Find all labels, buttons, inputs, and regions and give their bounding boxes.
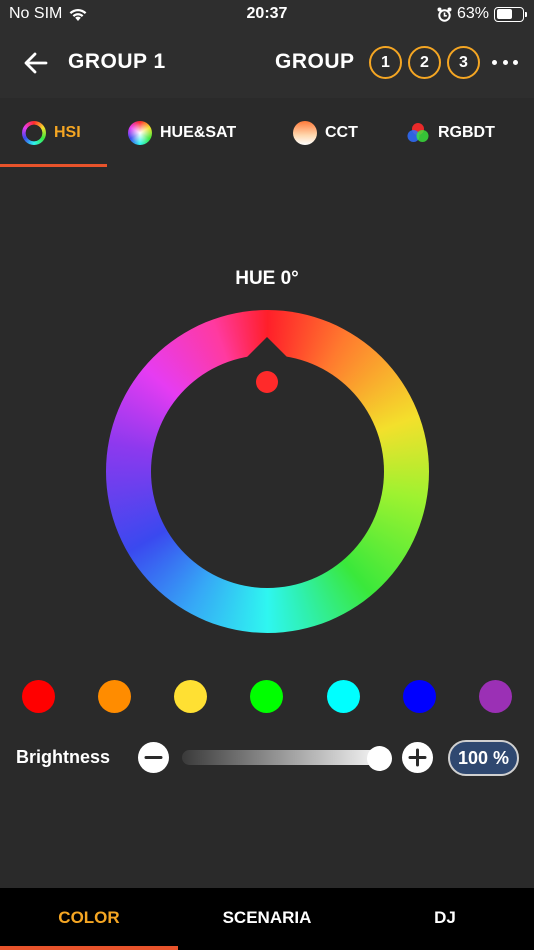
nav-scenaria[interactable]: SCENARIA [178,908,356,928]
alarm-icon [437,7,452,22]
brightness-value-button[interactable]: 100 % [448,740,519,776]
tab-hue-sat-label: HUE&SAT [160,124,237,141]
nav-dj[interactable]: DJ [356,908,534,928]
bottom-navigation: COLOR SCENARIA DJ [0,888,534,950]
plus-icon [408,748,427,767]
mode-tabs: HSI HUE&SAT CCT RGBDT [0,98,534,168]
brightness-slider-thumb[interactable] [367,746,392,771]
active-tab-indicator [0,164,107,167]
status-bar: No SIM 20:37 63% [0,0,534,28]
hue-pointer-icon [246,337,288,358]
tab-cct-label: CCT [325,124,358,141]
group-label: GROUP [275,50,355,73]
preset-cyan[interactable] [327,680,360,713]
group-1-button[interactable]: 1 [369,46,402,79]
hue-value-label: HUE 0° [235,268,299,289]
battery-fill [496,9,513,19]
brightness-decrease-button[interactable] [138,742,169,773]
brightness-slider-track[interactable] [182,750,390,765]
brightness-label: Brightness [16,747,111,767]
header: GROUP 1 GROUP 1 2 3 [0,28,534,98]
preset-red[interactable] [22,680,55,713]
cct-icon [293,121,317,145]
battery-icon [494,6,527,22]
page-title: GROUP 1 [68,50,166,73]
rgbdt-icon [407,123,429,142]
preset-purple[interactable] [479,680,512,713]
tab-hsi-label: HSI [54,124,81,141]
more-options-icon[interactable] [492,50,518,74]
group-3-button[interactable]: 3 [447,46,480,79]
preset-orange[interactable] [98,680,131,713]
group-2-button[interactable]: 2 [408,46,441,79]
tab-hsi[interactable]: HSI [22,118,81,148]
battery-percent: 63% [456,5,489,22]
tab-hue-sat[interactable]: HUE&SAT [128,118,236,148]
preset-blue[interactable] [403,680,436,713]
tab-rgbdt-label: RGBDT [438,124,495,141]
preset-yellow[interactable] [174,680,207,713]
tab-cct[interactable]: CCT [293,118,358,148]
brightness-increase-button[interactable] [402,742,433,773]
tab-rgbdt[interactable]: RGBDT [406,118,495,148]
hue-selector-handle[interactable] [256,371,278,393]
hsi-ring-icon [22,121,46,145]
status-right: 63% [437,5,527,23]
nav-color[interactable]: COLOR [0,908,178,928]
hue-sat-icon [128,121,152,145]
minus-icon [144,756,163,759]
preset-green[interactable] [250,680,283,713]
back-arrow-icon[interactable] [20,48,52,78]
active-nav-indicator [0,946,178,950]
